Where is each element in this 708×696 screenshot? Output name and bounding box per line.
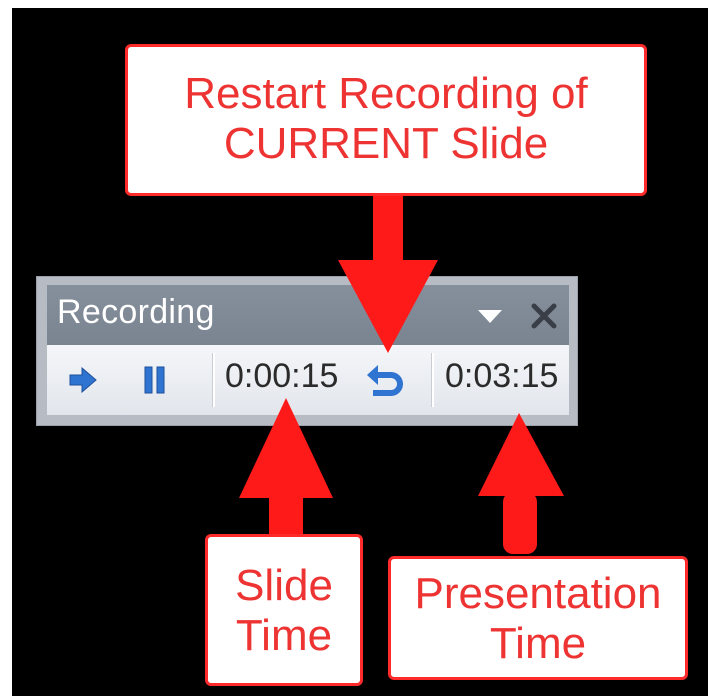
callout-text: Time	[235, 611, 333, 660]
toolbar-controls: 0:00:15 0:03:15	[47, 345, 569, 415]
callout-text: Time	[489, 619, 587, 668]
callout-restart-recording: Restart Recording of CURRENT Slide	[125, 44, 647, 196]
dropdown-icon[interactable]	[478, 310, 502, 323]
recording-toolbar: Recording 0:00:15 0:03:15	[36, 276, 578, 426]
toolbar-title: Recording	[57, 293, 215, 331]
arrow-to-presentation-time	[478, 413, 564, 554]
callout-slide-time: Slide Time	[205, 534, 363, 686]
close-icon[interactable]	[529, 301, 559, 331]
callout-text: CURRENT Slide	[223, 119, 549, 168]
callout-presentation-time: Presentation Time	[388, 556, 688, 680]
toolbar-separator	[431, 353, 434, 407]
presentation-time-display: 0:03:15	[445, 357, 559, 395]
callout-text: Presentation	[414, 569, 662, 618]
toolbar-separator	[212, 353, 215, 407]
toolbar-title-bar[interactable]: Recording	[47, 285, 569, 345]
pause-icon[interactable]	[143, 364, 167, 396]
repeat-icon[interactable]	[365, 359, 407, 401]
callout-text: Restart Recording of	[184, 69, 588, 118]
slide-time-display: 0:00:15	[225, 357, 339, 395]
black-canvas: Recording 0:00:15 0:03:15 Restart Record…	[12, 8, 708, 696]
next-slide-icon[interactable]	[69, 367, 97, 393]
callout-text: Slide	[235, 561, 333, 610]
